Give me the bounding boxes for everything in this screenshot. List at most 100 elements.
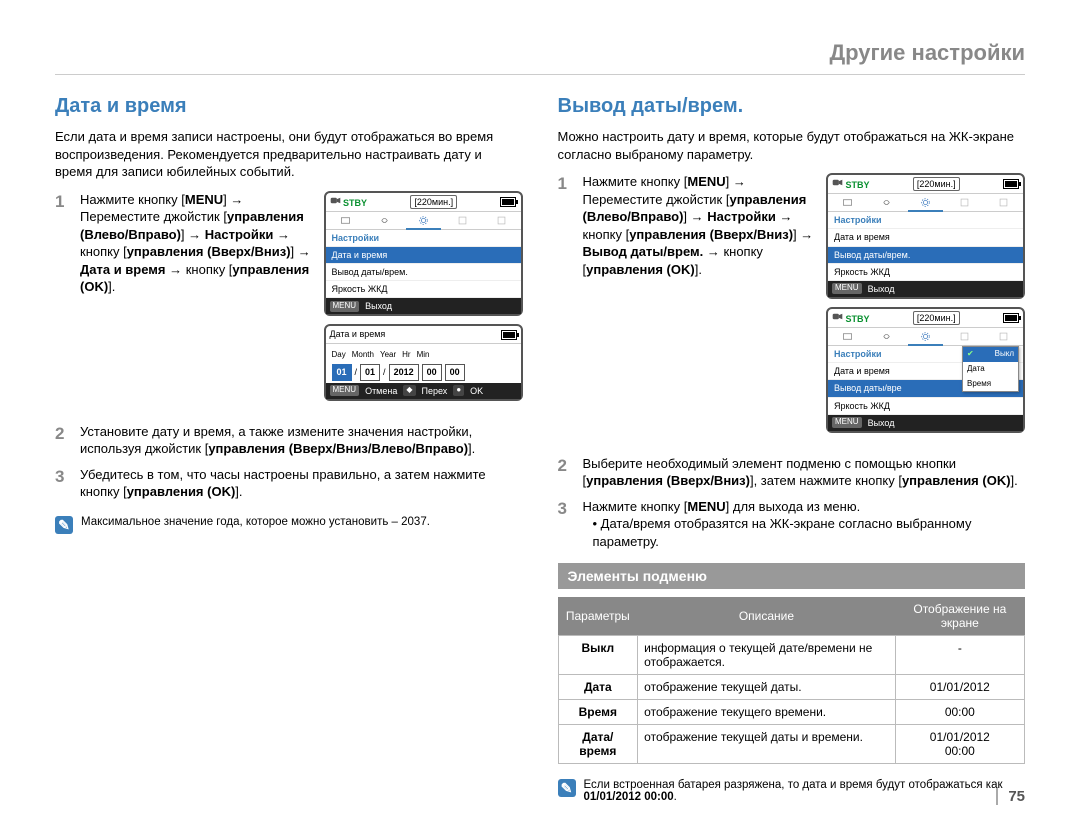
- step-text: ] для выхода из меню.: [726, 499, 861, 514]
- col-label: Min: [417, 350, 430, 361]
- gear-icon: [920, 197, 931, 208]
- lcd-list-item: Яркость ЖКД: [326, 281, 521, 298]
- table-cell: отображение текущего времени.: [638, 699, 896, 724]
- tab-icon: [457, 215, 468, 226]
- lcd-popup: ✔Выкл Дата Время: [962, 346, 1019, 392]
- menu-chip: MENU: [330, 301, 360, 312]
- tab-icon: [959, 197, 970, 208]
- lcd-list-item: Вывод даты/врем.: [326, 264, 521, 281]
- popup-item: Время: [963, 377, 1018, 392]
- lcd-mock-popup: STBY [220мин.]: [826, 307, 1025, 433]
- step-text: ].: [235, 484, 242, 499]
- battery-icon: [501, 330, 517, 340]
- table-row: Дата/время отображение текущей даты и вр…: [558, 724, 1025, 763]
- col-label: Month: [352, 350, 374, 361]
- table-cell: Дата: [558, 674, 638, 699]
- table-cell: отображение текущей даты.: [638, 674, 896, 699]
- emph: управления (Вверх/Вниз): [586, 473, 750, 488]
- lcd-list-item: Дата и время: [326, 247, 521, 264]
- lcd-mock-settings-2: STBY [220мин.]: [826, 173, 1025, 299]
- section-title-date-display: Вывод даты/врем.: [558, 95, 1026, 118]
- hand-icon: [379, 215, 390, 226]
- emph: управления (Вверх/Вниз): [127, 244, 291, 259]
- table-header: Описание: [638, 597, 896, 636]
- date-min-box: 00: [445, 364, 465, 380]
- table-cell: -: [895, 635, 1024, 674]
- menu-chip: MENU: [832, 417, 862, 428]
- tab-icon: [842, 197, 853, 208]
- table-row: Время отображение текущего времени. 00:0…: [558, 699, 1025, 724]
- step-text: Нажмите кнопку [: [583, 174, 688, 189]
- step-text: ] →: [793, 227, 813, 242]
- section-title-date-time: Дата и время: [55, 95, 523, 118]
- exit-label: Выход: [868, 283, 895, 295]
- table-cell: Выкл: [558, 635, 638, 674]
- table-header: Параметры: [558, 597, 638, 636]
- table-cell: 00:00: [895, 699, 1024, 724]
- gear-icon: [418, 215, 429, 226]
- hand-icon: [881, 197, 892, 208]
- step-number: 2: [55, 423, 70, 458]
- date-year-box: 2012: [389, 364, 419, 380]
- submenu-table: Параметры Описание Отображение на экране…: [558, 597, 1026, 764]
- ok-icon: ●: [453, 385, 464, 396]
- stby-label: STBY: [343, 198, 367, 208]
- step-text: ], затем нажмите кнопку [: [750, 473, 902, 488]
- emph: управления (Вверх/Вниз/Влево/Вправо): [208, 441, 468, 456]
- step-text: ].: [695, 262, 702, 277]
- step-text: Нажмите кнопку [: [583, 499, 688, 514]
- table-cell: Дата/время: [558, 724, 638, 763]
- emph: управления (OK): [127, 484, 236, 499]
- table-row: Выкл информация о текущей дате/времени н…: [558, 635, 1025, 674]
- submenu-heading: Элементы подменю: [558, 563, 1026, 589]
- hand-icon: [881, 331, 892, 342]
- ok-label: OK: [470, 385, 483, 397]
- col-label: Hr: [402, 350, 410, 361]
- lcd-list-item: Яркость ЖКД: [828, 398, 1023, 415]
- emph: Дата и время: [80, 262, 166, 277]
- battery-icon: [500, 197, 516, 207]
- note-icon: ✎: [558, 779, 576, 797]
- step-text: Нажмите кнопку [: [80, 192, 185, 207]
- battery-icon: [1003, 313, 1019, 323]
- battery-icon: [1003, 179, 1019, 189]
- table-cell: отображение текущей даты и времени.: [638, 724, 896, 763]
- lcd-list-item: Вывод даты/врем.: [828, 247, 1023, 264]
- date-day-box: 01: [332, 364, 352, 380]
- step-text: ].: [468, 441, 475, 456]
- step-bullet: Дата/время отобразятся на ЖК-экране согл…: [593, 516, 972, 549]
- move-icon: ◆: [403, 385, 415, 396]
- exit-label: Выход: [365, 300, 392, 312]
- step-text: ].: [108, 279, 115, 294]
- lcd-list-header: Настройки: [326, 230, 521, 247]
- lcd-mock-date-entry: Дата и время Day Month Year Hr: [324, 324, 523, 400]
- rec-time-remaining: [220мин.]: [410, 195, 457, 209]
- emph: управления (Вверх/Вниз): [629, 227, 793, 242]
- camcorder-icon: [330, 195, 341, 206]
- step-number: 1: [55, 191, 70, 415]
- camcorder-icon: [832, 311, 843, 322]
- step-text: ].: [1011, 473, 1018, 488]
- intro-left: Если дата и время записи настроены, они …: [55, 128, 523, 181]
- tab-icon: [340, 215, 351, 226]
- emph: 01/01/2012 00:00: [584, 791, 674, 803]
- exit-label: Выход: [868, 417, 895, 429]
- footnote: Если встроенная батарея разряжена, то да…: [584, 779, 1026, 803]
- emph: MENU: [687, 174, 725, 189]
- table-cell: Время: [558, 699, 638, 724]
- lcd-list-header: Настройки: [828, 212, 1023, 229]
- popup-item: Выкл: [995, 349, 1014, 360]
- emph: Настройки: [205, 227, 274, 242]
- tab-icon: [998, 331, 1009, 342]
- step-number: 2: [558, 455, 573, 490]
- table-row: Дата отображение текущей даты. 01/01/201…: [558, 674, 1025, 699]
- tab-icon: [842, 331, 853, 342]
- step-text: ] →: [683, 209, 707, 224]
- footnote-text: Если встроенная батарея разряжена, то да…: [584, 779, 1003, 791]
- emph: MENU: [687, 499, 725, 514]
- tab-icon: [998, 197, 1009, 208]
- lcd-mock-settings-1: STBY [220мин.]: [324, 191, 523, 317]
- emph: управления (OK): [586, 262, 695, 277]
- tab-icon: [959, 331, 970, 342]
- left-column: Дата и время Если дата и время записи на…: [55, 95, 523, 803]
